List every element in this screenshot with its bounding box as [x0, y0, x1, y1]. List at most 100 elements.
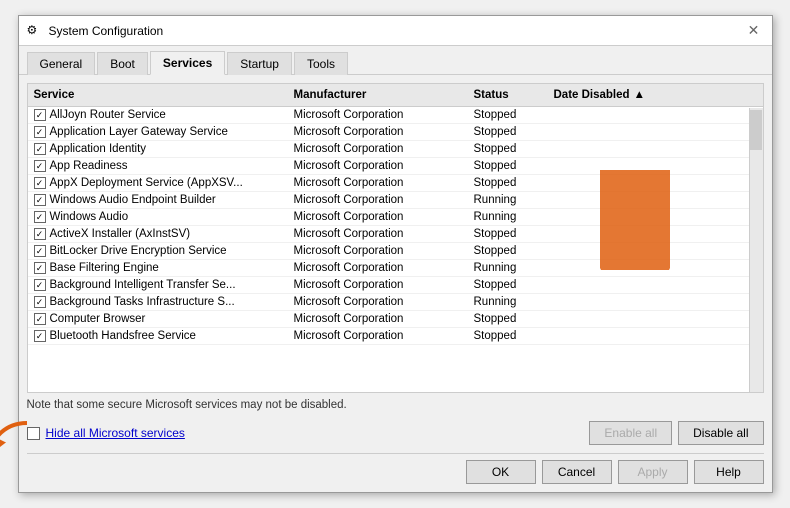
service-checkbox[interactable]: [34, 228, 46, 240]
table-row[interactable]: Background Intelligent Transfer Se... Mi…: [28, 277, 763, 294]
table-row[interactable]: Application Layer Gateway Service Micros…: [28, 124, 763, 141]
service-name-text: AllJoyn Router Service: [50, 109, 166, 121]
table-row[interactable]: App Readiness Microsoft Corporation Stop…: [28, 158, 763, 175]
status-cell: Stopped: [468, 175, 548, 191]
status-cell: Stopped: [468, 243, 548, 259]
service-checkbox[interactable]: [34, 279, 46, 291]
arrow-left-indicator: [0, 413, 32, 458]
service-checkbox[interactable]: [34, 194, 46, 206]
date-cell: [548, 147, 763, 151]
window-title: System Configuration: [49, 24, 164, 38]
status-cell: Running: [468, 192, 548, 208]
service-checkbox[interactable]: [34, 109, 46, 121]
service-checkbox[interactable]: [34, 211, 46, 223]
table-row[interactable]: Background Tasks Infrastructure S... Mic…: [28, 294, 763, 311]
manufacturer-cell: Microsoft Corporation: [288, 226, 468, 242]
disable-all-button[interactable]: Disable all: [678, 421, 763, 445]
scrollbar-track[interactable]: [749, 108, 763, 392]
table-row[interactable]: ActiveX Installer (AxInstSV) Microsoft C…: [28, 226, 763, 243]
enable-disable-buttons: Enable all Disable all: [589, 421, 763, 445]
system-config-window: ⚙ System Configuration ✕ General Boot Se…: [18, 15, 773, 493]
table-row[interactable]: AllJoyn Router Service Microsoft Corpora…: [28, 107, 763, 124]
manufacturer-cell: Microsoft Corporation: [288, 294, 468, 310]
table-row[interactable]: Base Filtering Engine Microsoft Corporat…: [28, 260, 763, 277]
service-checkbox[interactable]: [34, 177, 46, 189]
service-name-cell: App Readiness: [28, 158, 288, 174]
service-checkbox[interactable]: [34, 296, 46, 308]
status-cell: Stopped: [468, 107, 548, 123]
service-name-cell: Windows Audio Endpoint Builder: [28, 192, 288, 208]
manufacturer-cell: Microsoft Corporation: [288, 328, 468, 344]
note-text: Note that some secure Microsoft services…: [27, 393, 764, 415]
status-cell: Stopped: [468, 328, 548, 344]
manufacturer-cell: Microsoft Corporation: [288, 175, 468, 191]
manufacturer-cell: Microsoft Corporation: [288, 311, 468, 327]
status-cell: Running: [468, 260, 548, 276]
service-checkbox[interactable]: [34, 245, 46, 257]
table-body[interactable]: AllJoyn Router Service Microsoft Corpora…: [28, 107, 763, 391]
col-service: Service: [28, 87, 288, 103]
close-button[interactable]: ✕: [744, 21, 764, 41]
app-icon: ⚙: [27, 23, 43, 39]
col-manufacturer: Manufacturer: [288, 87, 468, 103]
hide-services-row: Hide all Microsoft services: [27, 426, 185, 440]
service-name-cell: AppX Deployment Service (AppXSV...: [28, 175, 288, 191]
service-name-text: Windows Audio Endpoint Builder: [50, 194, 216, 206]
service-name-cell: Windows Audio: [28, 209, 288, 225]
table-row[interactable]: Windows Audio Endpoint Builder Microsoft…: [28, 192, 763, 209]
table-row[interactable]: AppX Deployment Service (AppXSV... Micro…: [28, 175, 763, 192]
date-cell: [548, 164, 763, 168]
service-name-text: AppX Deployment Service (AppXSV...: [50, 177, 243, 189]
action-buttons: OK Cancel Apply Help: [27, 453, 764, 484]
table-row[interactable]: Bluetooth Handsfree Service Microsoft Co…: [28, 328, 763, 345]
tab-boot[interactable]: Boot: [97, 52, 148, 75]
service-name-cell: Computer Browser: [28, 311, 288, 327]
tab-startup[interactable]: Startup: [227, 52, 292, 75]
date-cell: [548, 317, 763, 321]
status-cell: Stopped: [468, 311, 548, 327]
table-row[interactable]: BitLocker Drive Encryption Service Micro…: [28, 243, 763, 260]
status-cell: Running: [468, 209, 548, 225]
tab-general[interactable]: General: [27, 52, 96, 75]
cancel-button[interactable]: Cancel: [542, 460, 612, 484]
service-name-cell: Background Tasks Infrastructure S...: [28, 294, 288, 310]
status-cell: Stopped: [468, 141, 548, 157]
service-checkbox[interactable]: [34, 126, 46, 138]
help-button[interactable]: Help: [694, 460, 764, 484]
service-checkbox[interactable]: [34, 313, 46, 325]
tab-tools[interactable]: Tools: [294, 52, 348, 75]
service-name-cell: Background Intelligent Transfer Se...: [28, 277, 288, 293]
service-checkbox[interactable]: [34, 143, 46, 155]
bottom-controls: Hide all Microsoft services Enable all D…: [27, 421, 764, 445]
ok-button[interactable]: OK: [466, 460, 536, 484]
service-name-cell: Base Filtering Engine: [28, 260, 288, 276]
table-row[interactable]: Application Identity Microsoft Corporati…: [28, 141, 763, 158]
tab-services[interactable]: Services: [150, 51, 225, 75]
service-checkbox[interactable]: [34, 262, 46, 274]
manufacturer-cell: Microsoft Corporation: [288, 124, 468, 140]
status-cell: Stopped: [468, 124, 548, 140]
service-checkbox[interactable]: [34, 160, 46, 172]
date-cell: [548, 113, 763, 117]
table-row[interactable]: Windows Audio Microsoft Corporation Runn…: [28, 209, 763, 226]
title-bar-left: ⚙ System Configuration: [27, 23, 164, 39]
service-name-cell: Application Identity: [28, 141, 288, 157]
service-name-text: Background Intelligent Transfer Se...: [50, 279, 236, 291]
col-date-disabled: Date Disabled ▲: [548, 87, 763, 103]
enable-all-button[interactable]: Enable all: [589, 421, 672, 445]
sort-icon: ▲: [634, 89, 645, 101]
service-name-cell: Bluetooth Handsfree Service: [28, 328, 288, 344]
date-cell: [548, 249, 763, 253]
scrollbar-thumb[interactable]: [750, 110, 762, 150]
manufacturer-cell: Microsoft Corporation: [288, 141, 468, 157]
service-name-text: ActiveX Installer (AxInstSV): [50, 228, 191, 240]
table-row[interactable]: Computer Browser Microsoft Corporation S…: [28, 311, 763, 328]
service-name-text: Windows Audio: [50, 211, 129, 223]
content-area: Service Manufacturer Status Date Disable…: [19, 75, 772, 492]
manufacturer-cell: Microsoft Corporation: [288, 260, 468, 276]
service-checkbox[interactable]: [34, 330, 46, 342]
manufacturer-cell: Microsoft Corporation: [288, 277, 468, 293]
apply-button[interactable]: Apply: [618, 460, 688, 484]
table-header: Service Manufacturer Status Date Disable…: [28, 84, 763, 107]
manufacturer-cell: Microsoft Corporation: [288, 192, 468, 208]
